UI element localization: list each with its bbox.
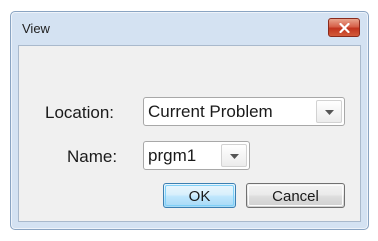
chevron-down-icon — [230, 154, 239, 159]
view-dialog: View Location: Current Problem Name: prg… — [10, 11, 369, 230]
name-dropdown-toggle[interactable] — [221, 144, 247, 167]
title-bar[interactable]: View — [11, 12, 368, 45]
window-title: View — [22, 21, 50, 36]
cancel-button[interactable]: Cancel — [246, 183, 345, 208]
ok-button-label: OK — [165, 185, 234, 206]
name-label: Name: — [67, 147, 118, 166]
location-value: Current Problem — [148, 102, 273, 121]
name-dropdown[interactable]: prgm1 — [143, 141, 250, 170]
chevron-down-icon — [325, 110, 334, 115]
close-x-icon — [339, 23, 350, 33]
name-value: prgm1 — [148, 146, 197, 165]
cancel-button-label: Cancel — [248, 185, 343, 206]
dialog-content: Location: Current Problem Name: prgm1 OK… — [18, 45, 361, 222]
location-label: Location: — [45, 103, 114, 122]
ok-button[interactable]: OK — [163, 183, 236, 208]
close-button[interactable] — [328, 18, 360, 37]
location-dropdown[interactable]: Current Problem — [143, 97, 345, 126]
location-dropdown-toggle[interactable] — [316, 100, 342, 123]
